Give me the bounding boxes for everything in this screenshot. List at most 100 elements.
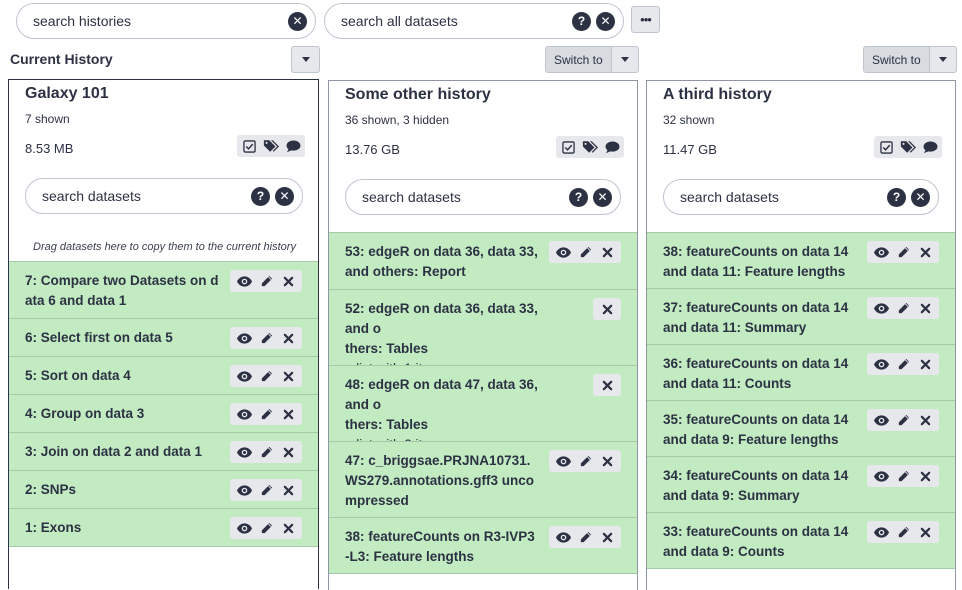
select-checkbox-icon[interactable] xyxy=(560,139,576,155)
close-icon[interactable] xyxy=(277,270,299,292)
close-icon[interactable] xyxy=(596,374,618,396)
dataset-title[interactable]: and data 11: Counts xyxy=(647,374,955,394)
search-datasets-input[interactable]: search datasets ? ✕ xyxy=(663,179,939,215)
dataset-title[interactable]: 48: edgeR on data 47, data 36, and o xyxy=(329,375,637,415)
close-icon[interactable] xyxy=(914,465,936,487)
current-history-dropdown-button[interactable] xyxy=(291,46,320,73)
dataset-item[interactable]: 2: SNPs xyxy=(9,470,318,509)
switch-dropdown-button[interactable] xyxy=(610,46,639,73)
dataset-item[interactable]: 53: edgeR on data 36, data 33, and others… xyxy=(329,232,637,290)
eye-icon[interactable] xyxy=(870,241,892,263)
dataset-item[interactable]: 48: edgeR on data 47, data 36, and o ther… xyxy=(329,365,637,452)
eye-icon[interactable] xyxy=(233,365,255,387)
dataset-title[interactable]: -L3: Feature lengths xyxy=(329,547,637,567)
switch-to-button[interactable]: Switch to xyxy=(863,46,929,73)
close-icon[interactable] xyxy=(277,441,299,463)
clear-icon[interactable]: ✕ xyxy=(288,11,307,31)
pencil-icon[interactable] xyxy=(892,297,914,319)
pencil-icon[interactable] xyxy=(574,241,596,263)
dataset-title[interactable]: 52: edgeR on data 36, data 33, and o xyxy=(329,299,637,339)
search-datasets-input[interactable]: search datasets ? ✕ xyxy=(345,179,621,215)
dataset-title[interactable]: thers: Tables xyxy=(329,415,637,435)
select-checkbox-icon[interactable] xyxy=(878,139,894,155)
dataset-title[interactable]: and data 9: Counts xyxy=(647,542,955,562)
dataset-item[interactable]: 5: Sort on data 4 xyxy=(9,356,318,395)
dataset-item[interactable]: 1: Exons xyxy=(9,508,318,547)
dataset-title[interactable]: and data 9: Feature lengths xyxy=(647,430,955,450)
tags-icon[interactable] xyxy=(263,138,279,154)
eye-icon[interactable] xyxy=(552,450,574,472)
dataset-item[interactable]: 38: featureCounts on data 14 and data 11:… xyxy=(647,232,955,289)
eye-icon[interactable] xyxy=(233,441,255,463)
close-icon[interactable] xyxy=(277,517,299,539)
help-icon[interactable]: ? xyxy=(569,187,588,207)
dataset-item[interactable]: 35: featureCounts on data 14 and data 9: … xyxy=(647,400,955,457)
clear-icon[interactable]: ✕ xyxy=(593,187,612,207)
comment-icon[interactable] xyxy=(285,138,301,154)
switch-to-button[interactable]: Switch to xyxy=(545,46,611,73)
dataset-item[interactable]: 7: Compare two Datasets on d ata 6 and da… xyxy=(9,261,318,319)
history-name[interactable]: Some other history xyxy=(345,86,491,104)
pencil-icon[interactable] xyxy=(255,517,277,539)
close-icon[interactable] xyxy=(914,241,936,263)
pencil-icon[interactable] xyxy=(255,270,277,292)
clear-icon[interactable]: ✕ xyxy=(275,186,294,206)
pencil-icon[interactable] xyxy=(574,450,596,472)
eye-icon[interactable] xyxy=(233,403,255,425)
close-icon[interactable] xyxy=(277,365,299,387)
dataset-item[interactable]: 52: edgeR on data 36, data 33, and o ther… xyxy=(329,289,637,376)
close-icon[interactable] xyxy=(277,403,299,425)
dataset-item[interactable]: 37: featureCounts on data 14 and data 11:… xyxy=(647,288,955,345)
close-icon[interactable] xyxy=(596,241,618,263)
close-icon[interactable] xyxy=(277,479,299,501)
search-histories-input[interactable]: search histories ✕ xyxy=(16,3,316,39)
close-icon[interactable] xyxy=(914,409,936,431)
eye-icon[interactable] xyxy=(870,297,892,319)
close-icon[interactable] xyxy=(596,526,618,548)
pencil-icon[interactable] xyxy=(892,521,914,543)
dataset-title[interactable]: and data 9: Summary xyxy=(647,486,955,506)
switch-dropdown-button[interactable] xyxy=(928,46,957,73)
pencil-icon[interactable] xyxy=(255,365,277,387)
help-icon[interactable]: ? xyxy=(251,186,270,206)
comment-icon[interactable] xyxy=(604,139,620,155)
pencil-icon[interactable] xyxy=(574,526,596,548)
eye-icon[interactable] xyxy=(870,521,892,543)
help-icon[interactable]: ? xyxy=(572,11,591,31)
search-all-datasets-input[interactable]: search all datasets ? ✕ xyxy=(324,3,624,39)
dataset-title[interactable]: and data 11: Feature lengths xyxy=(647,262,955,282)
pencil-icon[interactable] xyxy=(255,441,277,463)
dataset-title[interactable]: WS279.annotations.gff3 unco xyxy=(329,471,637,491)
dataset-item[interactable]: 33: featureCounts on data 14 and data 9: … xyxy=(647,512,955,569)
eye-icon[interactable] xyxy=(552,241,574,263)
clear-icon[interactable]: ✕ xyxy=(911,187,930,207)
dataset-title[interactable]: ata 6 and data 1 xyxy=(9,291,318,311)
pencil-icon[interactable] xyxy=(255,403,277,425)
history-name[interactable]: A third history xyxy=(663,86,772,104)
tags-icon[interactable] xyxy=(900,139,916,155)
dataset-title[interactable]: and others: Report xyxy=(329,262,637,282)
pencil-icon[interactable] xyxy=(892,241,914,263)
close-icon[interactable] xyxy=(914,297,936,319)
pencil-icon[interactable] xyxy=(892,409,914,431)
eye-icon[interactable] xyxy=(233,479,255,501)
clear-icon[interactable]: ✕ xyxy=(596,11,615,31)
eye-icon[interactable] xyxy=(870,409,892,431)
more-options-button[interactable]: ••• xyxy=(631,6,660,33)
pencil-icon[interactable] xyxy=(255,327,277,349)
dataset-title[interactable]: and data 11: Summary xyxy=(647,318,955,338)
eye-icon[interactable] xyxy=(870,353,892,375)
close-icon[interactable] xyxy=(596,450,618,472)
close-icon[interactable] xyxy=(596,298,618,320)
dataset-title[interactable]: thers: Tables xyxy=(329,339,637,359)
comment-icon[interactable] xyxy=(922,139,938,155)
select-checkbox-icon[interactable] xyxy=(241,138,257,154)
search-datasets-input[interactable]: search datasets ? ✕ xyxy=(25,178,303,214)
dataset-title[interactable]: mpressed xyxy=(329,491,637,511)
eye-icon[interactable] xyxy=(870,465,892,487)
pencil-icon[interactable] xyxy=(892,465,914,487)
dataset-item[interactable]: 36: featureCounts on data 14 and data 11:… xyxy=(647,344,955,401)
dataset-item[interactable]: 47: c_briggsae.PRJNA10731. WS279.annotati… xyxy=(329,441,637,518)
dataset-item[interactable]: 34: featureCounts on data 14 and data 9: … xyxy=(647,456,955,513)
history-name[interactable]: Galaxy 101 xyxy=(25,85,109,103)
